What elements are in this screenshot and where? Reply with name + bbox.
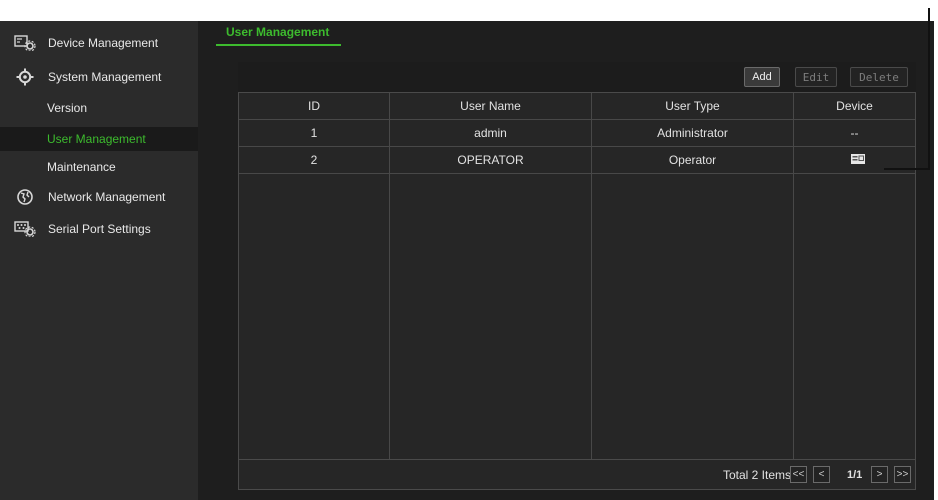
sidebar: Device Management System Management Vers…: [0, 21, 198, 500]
column-header-id[interactable]: ID: [239, 93, 389, 119]
next-page-button[interactable]: >: [871, 466, 888, 483]
column-header-device[interactable]: Device: [794, 93, 915, 119]
globe-icon: [14, 188, 36, 206]
sidebar-item-device-management[interactable]: Device Management: [0, 31, 198, 55]
serial-port-icon: [14, 220, 36, 238]
callout-line: [928, 8, 930, 170]
pagination-bar: Total 2 Items << < 1/1 > >>: [238, 460, 916, 490]
sidebar-item-label: User Management: [47, 132, 146, 146]
column-header-user-name[interactable]: User Name: [390, 93, 591, 119]
cell-id: 2: [310, 153, 318, 167]
device-list-icon[interactable]: [850, 147, 865, 173]
sidebar-item-user-management[interactable]: User Management: [0, 127, 198, 151]
cell-user-name: OPERATOR: [457, 153, 524, 167]
edit-button[interactable]: Edit: [795, 67, 837, 87]
cell-user-type: Administrator: [657, 126, 728, 140]
user-table: ID User Name User Type Device 1 admin Ad…: [238, 92, 916, 460]
sidebar-item-label: Device Management: [48, 36, 159, 50]
cell-id: 1: [310, 126, 318, 140]
gear-icon: [14, 68, 36, 86]
total-items-label: Total 2 Items: [722, 468, 791, 482]
row-divider: [239, 173, 915, 174]
add-button[interactable]: Add: [744, 67, 780, 87]
sidebar-item-label: Serial Port Settings: [48, 222, 151, 236]
last-page-button[interactable]: >>: [894, 466, 911, 483]
sidebar-item-label: System Management: [48, 70, 162, 84]
callout-line: [884, 168, 929, 170]
sidebar-item-network-management[interactable]: Network Management: [0, 185, 198, 209]
previous-page-button[interactable]: <: [813, 466, 830, 483]
sidebar-item-label: Maintenance: [47, 160, 116, 174]
cell-device: --: [850, 126, 859, 140]
device-settings-icon: [14, 34, 36, 52]
cell-user-type: Operator: [668, 153, 717, 167]
sidebar-item-label: Version: [47, 101, 88, 115]
sidebar-item-label: Network Management: [48, 190, 166, 204]
sidebar-item-system-management[interactable]: System Management: [0, 65, 198, 89]
cell-user-name: admin: [474, 126, 507, 140]
column-header-user-type[interactable]: User Type: [592, 93, 793, 119]
user-management-panel: Add Edit Delete ID User Name User Type D…: [238, 62, 916, 490]
sidebar-item-maintenance[interactable]: Maintenance: [0, 155, 198, 179]
page-indicator: 1/1: [847, 469, 863, 481]
app-window: Device Management System Management Vers…: [0, 21, 934, 500]
sidebar-item-version[interactable]: Version: [0, 96, 198, 120]
first-page-button[interactable]: <<: [790, 466, 807, 483]
toolbar: Add Edit Delete: [238, 62, 916, 92]
delete-button[interactable]: Delete: [850, 67, 908, 87]
sidebar-item-serial-port-settings[interactable]: Serial Port Settings: [0, 217, 198, 241]
tab-user-management[interactable]: User Management: [216, 24, 342, 46]
